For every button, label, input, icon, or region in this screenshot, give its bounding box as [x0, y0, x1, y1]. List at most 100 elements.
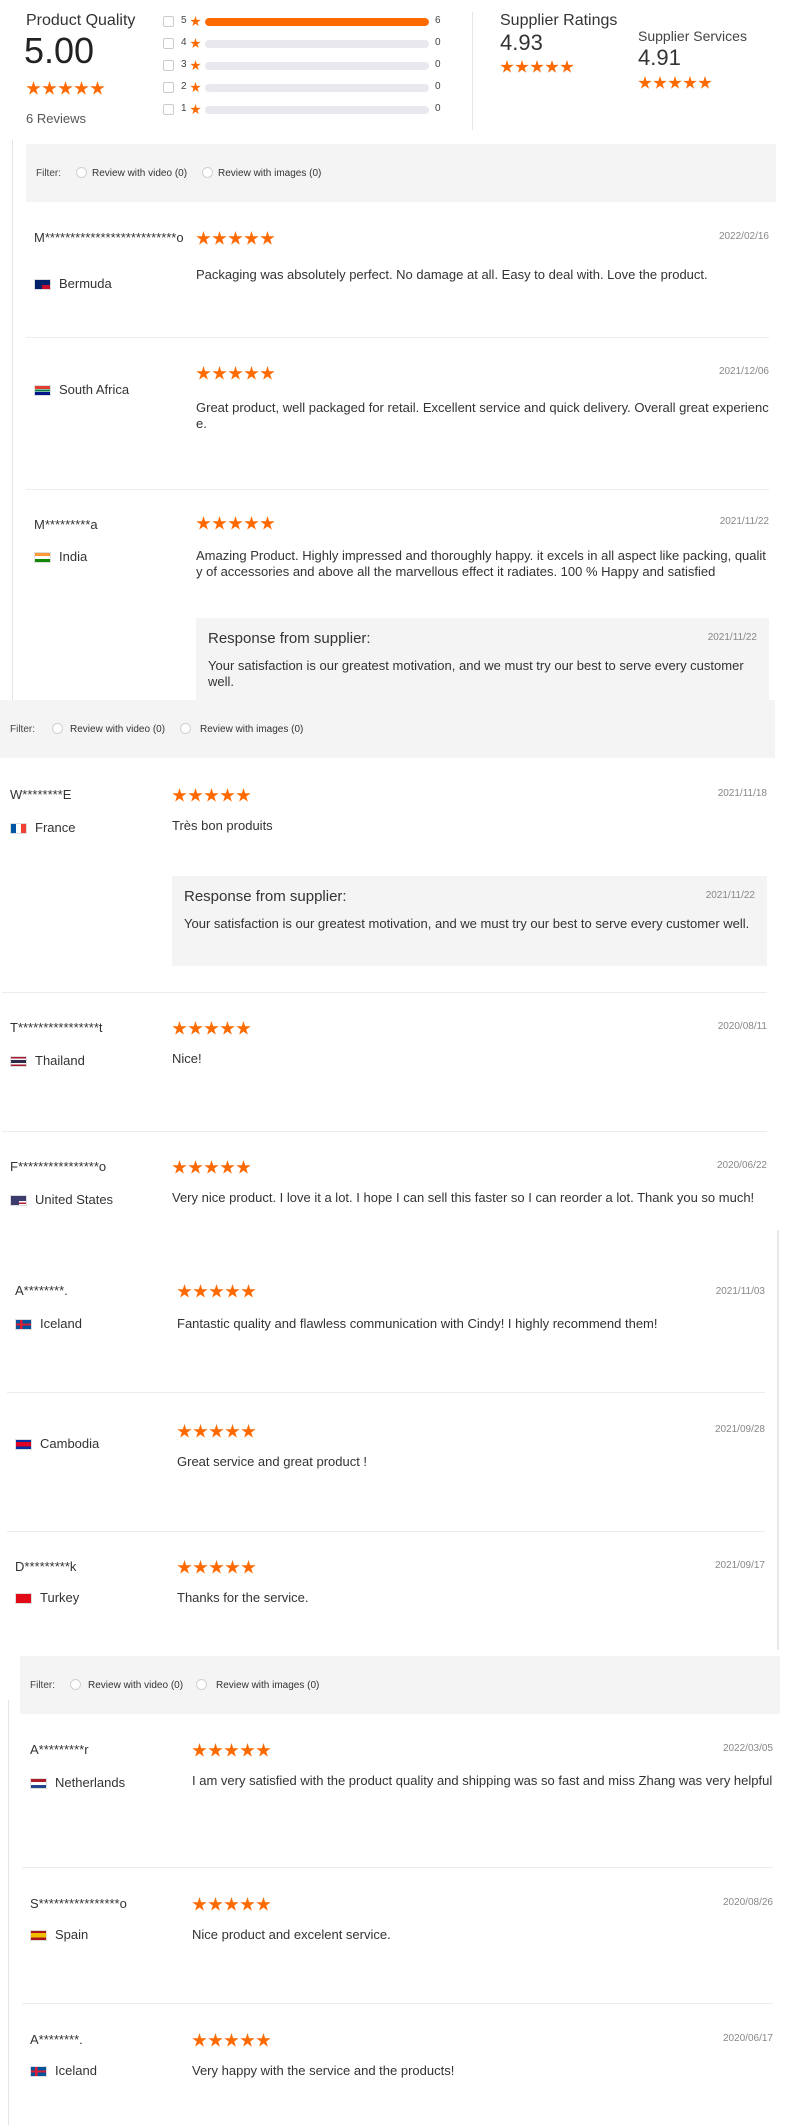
filter-images-radio[interactable]: [180, 723, 191, 734]
filter-images-label[interactable]: Review with images (0): [216, 1680, 319, 1691]
review-text: Very nice product. I love it a lot. I ho…: [172, 1190, 755, 1205]
star-icon: [220, 1160, 235, 1174]
star-icon: [244, 516, 259, 530]
star-icon: [241, 1424, 256, 1438]
rating-bar: [205, 18, 429, 26]
rating-checkbox[interactable]: [163, 38, 174, 49]
star-icon: [188, 1160, 203, 1174]
summary-divider: [472, 12, 473, 130]
flag-netherlands-icon: [30, 1778, 47, 1789]
rating-filter-row[interactable]: 30: [163, 59, 463, 73]
star-icon: [177, 1284, 192, 1298]
star-icon: [240, 2033, 255, 2047]
reviewer-name: A********.: [30, 2032, 83, 2047]
rating-checkbox[interactable]: [163, 16, 174, 27]
rating-filter-row[interactable]: 20: [163, 81, 463, 95]
filter-images-radio[interactable]: [196, 1679, 207, 1690]
star-icon: [545, 60, 559, 73]
review-text: Très bon produits: [172, 818, 273, 833]
panel-edge: [12, 140, 13, 700]
star-icon: [683, 76, 697, 89]
filter-video-radio[interactable]: [76, 167, 87, 178]
review-text: Nice product and excelent service.: [192, 1927, 391, 1942]
star-icon: [244, 231, 259, 245]
star-icon: [240, 1743, 255, 1757]
review-stars: [192, 1743, 271, 1758]
reviewer-name: S****************o: [30, 1896, 127, 1911]
flag-india-icon: [34, 552, 51, 563]
reviewer-name: F****************o: [10, 1159, 107, 1174]
star-icon: [42, 81, 57, 95]
review-date: 2021/11/03: [715, 1286, 765, 1297]
product-quality-stars: [26, 81, 105, 96]
star-icon: [256, 1743, 271, 1757]
rating-checkbox[interactable]: [163, 104, 174, 115]
flag-thailand-icon: [10, 1056, 27, 1067]
rating-filter-row[interactable]: 40: [163, 37, 463, 51]
rating-checkbox[interactable]: [163, 82, 174, 93]
supplier-services-score: 4.91: [638, 45, 681, 70]
filter-images-label[interactable]: Review with images (0): [218, 168, 321, 179]
star-icon: [220, 1021, 235, 1035]
rating-level: 2: [181, 81, 187, 92]
reviewer-country: Iceland: [40, 1316, 82, 1331]
star-icon: [653, 76, 667, 89]
supplier-ratings-title: Supplier Ratings: [500, 12, 618, 29]
review-filter-bar: Filter: Review with video (0) Review with …: [0, 700, 775, 758]
rating-level: 5: [181, 15, 187, 26]
star-icon: [241, 1284, 256, 1298]
filter-video-label[interactable]: Review with video (0): [92, 168, 187, 179]
flag-turkey-icon: [15, 1593, 32, 1604]
star-icon: [560, 60, 574, 73]
reviewer-name: A********.: [15, 1283, 68, 1298]
rating-level: 4: [181, 37, 187, 48]
product-quality-score: 5.00: [24, 30, 95, 71]
star-icon: [220, 788, 235, 802]
review-date: 2020/08/11: [717, 1021, 767, 1032]
filter-video-label[interactable]: Review with video (0): [70, 724, 165, 735]
rating-level: 1: [181, 103, 187, 114]
panel-edge: [777, 1230, 779, 1650]
review-stars: [196, 516, 275, 531]
star-icon: [500, 60, 514, 73]
review-stars: [177, 1560, 256, 1575]
flag-iceland-icon: [30, 2066, 47, 2077]
filter-label: Filter:: [36, 168, 61, 179]
filter-video-label[interactable]: Review with video (0): [88, 1680, 183, 1691]
star-icon: [192, 1743, 207, 1757]
star-icon: [244, 366, 259, 380]
reviewer-country: Turkey: [40, 1590, 80, 1605]
reviewer-country: India: [59, 549, 88, 564]
rating-filter-row[interactable]: 56: [163, 15, 463, 29]
review-stars: [177, 1284, 256, 1299]
rating-summary: Product Quality 5.00 6 Reviews 564030201…: [0, 0, 790, 140]
review-text: Great product, well packaged for retail.…: [196, 400, 769, 431]
star-icon: [58, 81, 73, 95]
rating-checkbox[interactable]: [163, 60, 174, 71]
filter-images-radio[interactable]: [202, 167, 213, 178]
star-icon: [212, 516, 227, 530]
reviewer-country: Netherlands: [55, 1775, 126, 1790]
star-icon: [260, 516, 275, 530]
flag-usa-icon: [10, 1195, 27, 1206]
star-icon: [90, 81, 105, 95]
star-icon: [193, 1424, 208, 1438]
filter-video-radio[interactable]: [70, 1679, 81, 1690]
review-date: 2020/08/26: [722, 1897, 773, 1908]
star-icon: [236, 1160, 251, 1174]
reviewer-name: A*********r: [30, 1742, 89, 1757]
filter-video-radio[interactable]: [52, 723, 63, 734]
rating-bar-fill: [205, 18, 429, 26]
review-stars: [196, 231, 275, 246]
filter-images-label[interactable]: Review with images (0): [200, 724, 303, 735]
reviewer-country: Cambodia: [40, 1436, 100, 1451]
star-icon: [228, 366, 243, 380]
rating-count: 0: [435, 103, 441, 114]
rating-filter-row[interactable]: 10: [163, 103, 463, 117]
star-icon: [196, 516, 211, 530]
star-icon: [256, 1897, 271, 1911]
reviewer-country: United States: [35, 1192, 114, 1207]
rating-count: 0: [435, 59, 441, 70]
review-divider: [26, 337, 769, 338]
rating-bar: [205, 62, 429, 70]
